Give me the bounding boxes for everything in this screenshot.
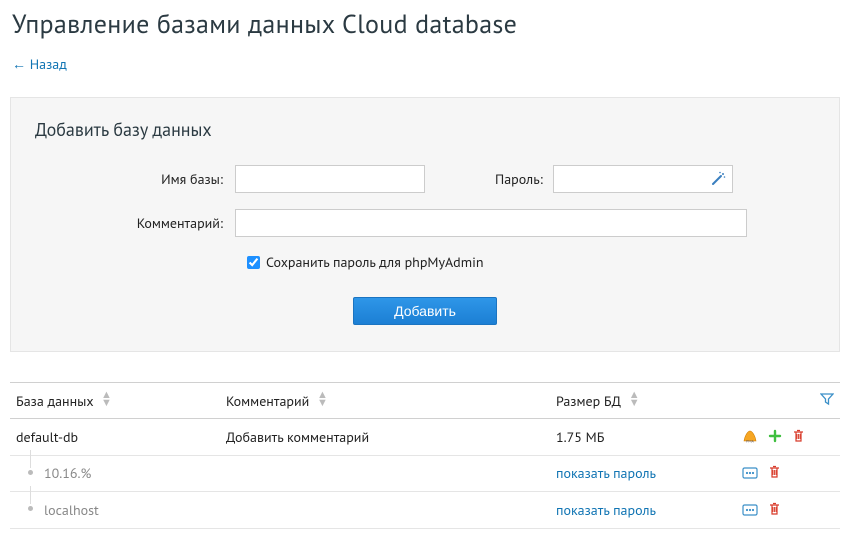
db-password-input[interactable] (553, 165, 733, 193)
password-icon[interactable] (742, 465, 758, 483)
add-db-heading: Добавить базу данных (35, 118, 815, 141)
th-size-label: Размер БД (556, 392, 621, 410)
host-name: 10.16.% (10, 455, 220, 492)
databases-table: База данных Комментарий Размер БД (10, 382, 840, 529)
add-button[interactable]: Добавить (353, 297, 497, 325)
th-comment[interactable]: Комментарий (220, 383, 550, 419)
host-name: localhost (10, 492, 220, 529)
password-label: Пароль: (495, 170, 553, 188)
comment-label: Комментарий: (35, 214, 235, 232)
phpmyadmin-icon[interactable]: PMA (742, 429, 758, 447)
th-size[interactable]: Размер БД (550, 383, 730, 419)
db-comment-input[interactable] (235, 209, 747, 237)
add-icon[interactable] (768, 429, 782, 447)
show-password-link[interactable]: показать пароль (556, 464, 656, 482)
db-name: default-db (10, 419, 220, 456)
th-database-label: База данных (16, 392, 93, 410)
sort-icon (317, 391, 328, 407)
db-comment[interactable]: Добавить комментарий (220, 419, 550, 456)
table-row: default-db Добавить комментарий 1.75 МБ … (10, 419, 840, 456)
password-icon[interactable] (742, 502, 758, 520)
db-size: 1.75 МБ (550, 419, 730, 456)
show-password-link[interactable]: показать пароль (556, 501, 656, 519)
db-name-input[interactable] (235, 165, 425, 193)
table-row: 10.16.% показать пароль (10, 455, 840, 492)
table-row: localhost показать пароль (10, 492, 840, 529)
delete-icon[interactable] (768, 502, 781, 520)
save-password-checkbox[interactable] (247, 256, 260, 269)
sort-icon (101, 391, 112, 407)
delete-icon[interactable] (768, 465, 781, 483)
th-actions (730, 383, 840, 419)
svg-text:PMA: PMA (746, 439, 754, 443)
delete-icon[interactable] (792, 429, 805, 447)
back-link[interactable]: ← Назад (12, 55, 67, 73)
th-comment-label: Комментарий (226, 392, 309, 410)
name-label: Имя базы: (35, 170, 235, 188)
th-database[interactable]: База данных (10, 383, 220, 419)
sort-icon (629, 391, 640, 407)
add-db-panel: Добавить базу данных Имя базы: Пароль: (10, 97, 840, 352)
save-password-label: Сохранить пароль для phpMyAdmin (266, 253, 484, 271)
filter-icon[interactable] (820, 392, 834, 410)
page-title: Управление базами данных Cloud database (12, 8, 840, 41)
generate-password-icon[interactable] (711, 170, 727, 186)
